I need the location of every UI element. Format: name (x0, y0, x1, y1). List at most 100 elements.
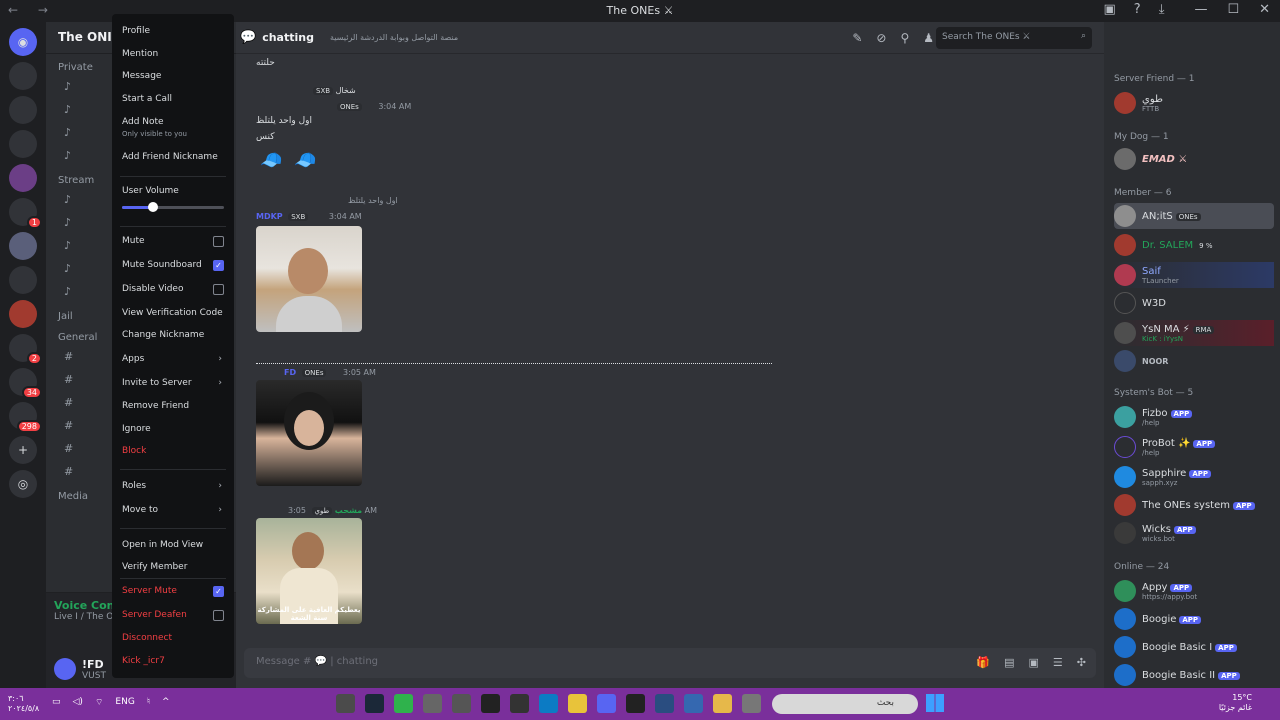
epic-icon[interactable] (481, 694, 500, 713)
message-author[interactable]: FD (284, 368, 296, 377)
server-icon[interactable] (9, 62, 37, 90)
member-item[interactable]: AN;itS ONEs (1114, 203, 1274, 229)
message-image[interactable] (256, 226, 362, 332)
menu-move-to[interactable]: Move to (122, 505, 226, 515)
add-server-icon[interactable]: + (9, 436, 37, 464)
menu-add-friend-nickname[interactable]: Add Friend Nickname (122, 152, 226, 162)
mic-icon[interactable]: ♮ (147, 697, 150, 708)
server-icon[interactable] (9, 96, 37, 124)
poll-icon[interactable]: ☰ (1053, 656, 1063, 669)
inbox-icon[interactable]: ▣ (1103, 2, 1115, 17)
message-author[interactable]: مشحب (335, 506, 362, 515)
member-item[interactable]: YsN MA ⚡ RMA KicK : iYysN (1114, 320, 1274, 346)
member-item[interactable]: Boogie Basic I APP (1114, 634, 1274, 660)
member-item[interactable]: EMAD ⚔ (1114, 146, 1274, 172)
menu-roles[interactable]: Roles (122, 481, 226, 491)
app-icon[interactable] (510, 694, 529, 713)
volume-icon[interactable]: ◁) (73, 697, 83, 708)
search-input[interactable]: Search The ONEs ⚔ ⌕ (936, 27, 1092, 49)
folder-icon[interactable] (713, 694, 732, 713)
disable-video-checkbox[interactable] (213, 284, 224, 295)
user-volume-slider[interactable] (122, 202, 224, 212)
menu-kick[interactable]: Kick _icr7 (122, 656, 226, 666)
settings-icon[interactable] (423, 694, 442, 713)
menu-message[interactable]: Message (122, 71, 226, 81)
message-author[interactable]: MDKP (256, 212, 283, 221)
menu-verify-member[interactable]: Verify Member (122, 562, 226, 572)
reply-preview[interactable]: اول واحد يلتلظ (348, 196, 398, 205)
slider-knob[interactable] (147, 202, 158, 212)
members-icon[interactable]: ♟ (923, 31, 934, 45)
menu-mention[interactable]: Mention (122, 49, 226, 59)
channel-topic[interactable]: منصة التواصل وبوابة الدردشة الرئيسية (330, 33, 458, 42)
windows-start-icon[interactable] (926, 694, 944, 712)
menu-server-mute[interactable]: Server Mute (122, 586, 226, 596)
mute-soundboard-checkbox[interactable]: ✓ (213, 260, 224, 271)
maximize-icon[interactable]: ☐ (1227, 2, 1239, 17)
gif-icon[interactable]: ▤ (1004, 656, 1014, 669)
member-item[interactable]: Appy APP https://appy.bot (1114, 578, 1274, 604)
download-icon[interactable]: ⤓ (1159, 2, 1165, 17)
apps-icon[interactable]: ✣ (1077, 656, 1086, 669)
message-author[interactable]: شخال (336, 86, 356, 95)
mute-checkbox[interactable] (213, 236, 224, 247)
taskbar-search[interactable]: بحث (772, 694, 918, 714)
menu-ignore[interactable]: Ignore (122, 424, 226, 434)
weather-widget[interactable]: 15°C غائم جزئيًا (1219, 693, 1252, 713)
help-icon[interactable]: ? (1134, 2, 1141, 17)
discord-icon[interactable] (597, 694, 616, 713)
mute-bell-icon[interactable]: ⊘ (876, 31, 886, 45)
threads-icon[interactable]: ✎ (852, 31, 862, 45)
menu-invite-to-server[interactable]: Invite to Server (122, 378, 226, 388)
server-icon[interactable] (9, 266, 37, 294)
member-item[interactable]: Boogie APP (1114, 606, 1274, 632)
store-icon[interactable] (452, 694, 471, 713)
menu-disable-video[interactable]: Disable Video (122, 284, 226, 294)
member-item[interactable]: Wicks APP wicks.bot (1114, 520, 1274, 546)
gift-icon[interactable]: 🎁 (976, 656, 990, 669)
menu-view-verification-code[interactable]: View Verification Code (122, 308, 226, 318)
minimize-icon[interactable]: — (1194, 2, 1207, 17)
wifi-icon[interactable]: ⌔ (95, 697, 103, 708)
sticker-icon[interactable]: ▣ (1029, 656, 1039, 669)
member-item[interactable]: Sapphire APP sapph.xyz (1114, 464, 1274, 490)
server-icon[interactable]: 298 (9, 402, 42, 433)
app-icon[interactable] (655, 694, 674, 713)
menu-profile[interactable]: Profile (122, 26, 226, 36)
member-item[interactable]: Saif TLauncher (1114, 262, 1274, 288)
battery-icon[interactable]: ▭ (52, 697, 61, 708)
menu-add-note[interactable]: Add Note (122, 117, 226, 127)
menu-start-call[interactable]: Start a Call (122, 94, 226, 104)
server-icon[interactable]: 34 (9, 368, 42, 399)
server-icon[interactable] (9, 300, 37, 328)
member-item[interactable]: NOOR (1114, 348, 1274, 374)
menu-server-deafen[interactable]: Server Deafen (122, 610, 226, 620)
server-icon[interactable] (9, 232, 37, 260)
close-icon[interactable]: ✕ (1259, 2, 1270, 17)
menu-disconnect[interactable]: Disconnect (122, 633, 226, 643)
message-image[interactable] (256, 380, 362, 486)
shield-icon[interactable] (684, 694, 703, 713)
language-indicator[interactable]: ENG (115, 697, 134, 708)
server-icon[interactable]: 1 (9, 198, 42, 229)
edge-icon[interactable] (539, 694, 558, 713)
chrome-icon[interactable] (568, 694, 587, 713)
cod-icon[interactable] (626, 694, 645, 713)
menu-remove-friend[interactable]: Remove Friend (122, 401, 226, 411)
avatar[interactable] (54, 658, 76, 680)
app-icon[interactable] (336, 694, 355, 713)
server-mute-checkbox[interactable]: ✓ (213, 586, 224, 597)
clock[interactable]: ٣:٠٦ ٢٠٢٤/٥/٨ (8, 694, 39, 714)
menu-change-nickname[interactable]: Change Nickname (122, 330, 226, 340)
home-icon[interactable]: ◉ (9, 28, 37, 56)
member-item[interactable]: ProBot ✨ APP/help (1114, 434, 1274, 460)
menu-apps[interactable]: Apps (122, 354, 226, 364)
menu-open-mod-view[interactable]: Open in Mod View (122, 540, 226, 550)
steam-icon[interactable] (365, 694, 384, 713)
menu-mute-soundboard[interactable]: Mute Soundboard (122, 260, 226, 270)
app-icon[interactable] (742, 694, 761, 713)
chevron-up-icon[interactable]: ^ (162, 697, 170, 708)
member-item[interactable]: Fizbo APP/help (1114, 404, 1274, 430)
server-icon[interactable]: 2 (9, 334, 42, 365)
pin-icon[interactable]: ⚲ (900, 31, 909, 45)
